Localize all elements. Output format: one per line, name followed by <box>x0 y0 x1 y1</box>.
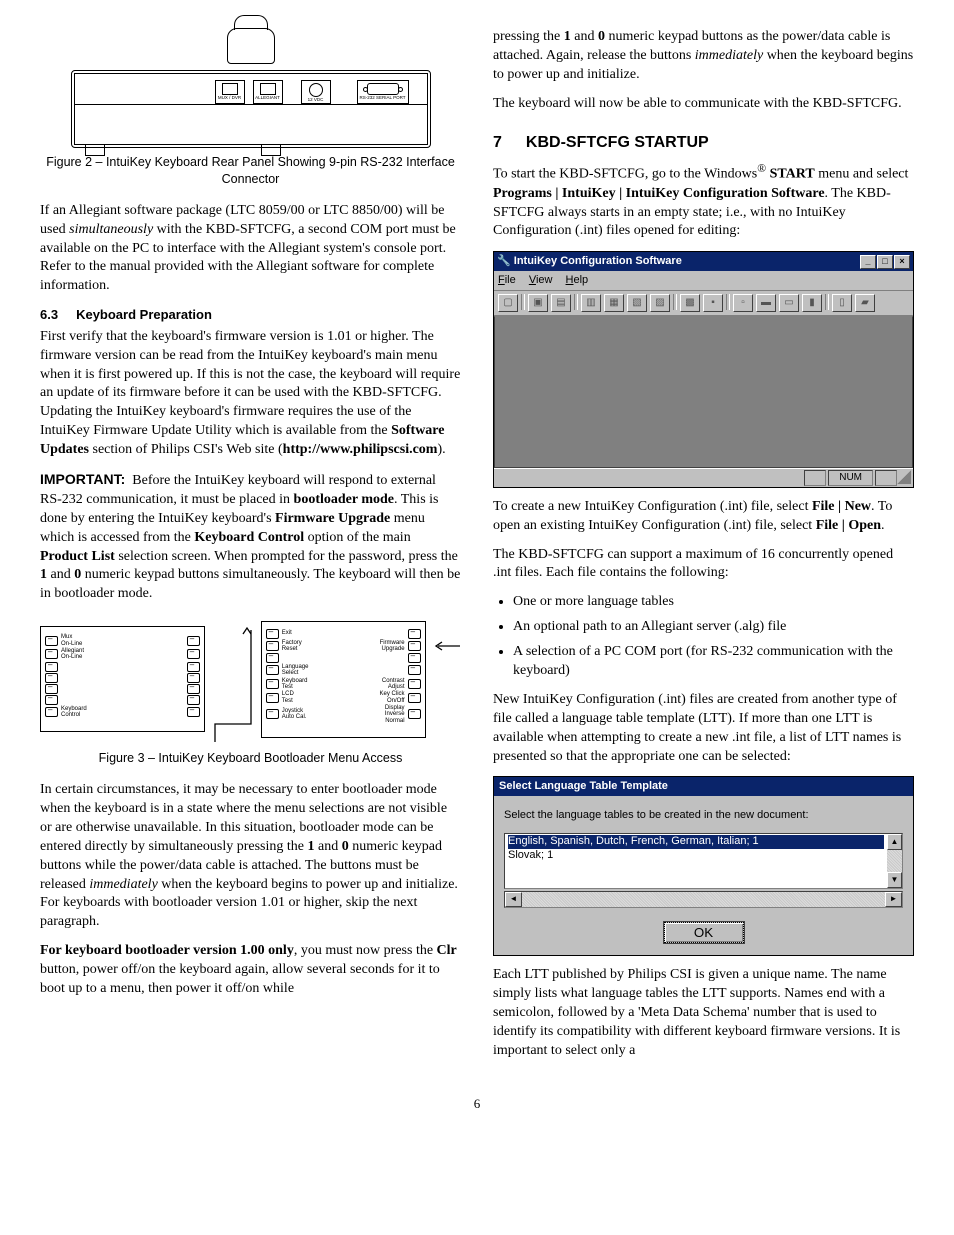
toolbar-icon[interactable]: ▨ <box>650 294 670 312</box>
paragraph: Each LTT published by Philips CSI is giv… <box>493 966 914 1060</box>
arrow-icon <box>434 636 461 656</box>
toolbar-icon[interactable]: ▪ <box>703 294 723 312</box>
list-item[interactable]: English, Spanish, Dutch, French, German,… <box>508 835 884 849</box>
list-item: An optional path to an Allegiant server … <box>513 618 914 637</box>
toolbar-icon[interactable]: ▮ <box>802 294 822 312</box>
minimize-icon[interactable]: _ <box>860 255 876 269</box>
paragraph: In certain circumstances, it may be nece… <box>40 781 461 932</box>
toolbar-icon[interactable]: ▦ <box>604 294 624 312</box>
scroll-down-icon[interactable]: ▼ <box>887 872 902 888</box>
lcd-left: MuxOn-LineAllegiantOn-LineKeyboardContro… <box>40 626 205 732</box>
bullet-list: One or more language tables An optional … <box>493 593 914 681</box>
app-window: 🔧 IntuiKey Configuration Software _□× Fi… <box>493 251 914 487</box>
paragraph: The keyboard will now be able to communi… <box>493 95 914 114</box>
figure-3-caption: Figure 3 – IntuiKey Keyboard Bootloader … <box>40 750 461 767</box>
scroll-right-icon[interactable]: ► <box>885 892 902 907</box>
toolbar: ▢ ▣ ▤ ▥ ▦ ▧ ▨ ▩ ▪ ▫ ▬ ▭ ▮ ▯ ▰ <box>494 291 913 316</box>
lcd-right: ExitFactoryResetFirmwareUpgradeLanguageS… <box>261 621 426 738</box>
listbox[interactable]: English, Spanish, Dutch, French, German,… <box>504 833 903 889</box>
toolbar-new-icon[interactable]: ▢ <box>498 294 518 312</box>
paragraph: To create a new IntuiKey Configuration (… <box>493 498 914 536</box>
menu-help[interactable]: Help <box>566 274 589 286</box>
list-item[interactable]: Slovak; 1 <box>508 849 884 863</box>
toolbar-save-icon[interactable]: ▤ <box>551 294 571 312</box>
scroll-up-icon[interactable]: ▲ <box>887 834 902 850</box>
toolbar-icon[interactable]: ▯ <box>832 294 852 312</box>
status-cell <box>804 470 826 486</box>
paragraph: The KBD-SFTCFG can support a maximum of … <box>493 546 914 584</box>
left-column: MUX / DVR ALLEGIANT 12 VDC RS-232 SERIAL… <box>40 28 461 1071</box>
paragraph: To start the KBD-SFTCFG, go to the Windo… <box>493 161 914 241</box>
dialog-title: Select Language Table Template <box>494 777 913 796</box>
ok-button[interactable]: OK <box>664 922 744 943</box>
maximize-icon[interactable]: □ <box>877 255 893 269</box>
menu-file[interactable]: File <box>498 274 516 286</box>
paragraph: New IntuiKey Configuration (.int) files … <box>493 691 914 767</box>
port-rs232: RS-232 SERIAL PORT <box>357 80 409 104</box>
toolbar-icon[interactable]: ▧ <box>627 294 647 312</box>
resize-grip-icon[interactable] <box>897 470 911 484</box>
scroll-left-icon[interactable]: ◄ <box>505 892 522 907</box>
titlebar: 🔧 IntuiKey Configuration Software _□× <box>494 252 913 271</box>
toolbar-icon[interactable]: ▩ <box>680 294 700 312</box>
arrow-icon <box>213 614 253 744</box>
port-12vdc: 12 VDC <box>301 80 331 104</box>
toolbar-icon[interactable]: ▰ <box>855 294 875 312</box>
paragraph: First verify that the keyboard's firmwar… <box>40 328 461 460</box>
subheading-6-3: 6.3 Keyboard Preparation <box>40 306 461 324</box>
toolbar-icon[interactable]: ▥ <box>581 294 601 312</box>
vertical-scrollbar[interactable]: ▲ ▼ <box>887 834 902 888</box>
port-mux-dvr: MUX / DVR <box>215 80 245 104</box>
paragraph: pressing the 1 and 0 numeric keypad butt… <box>493 28 914 85</box>
dialog-prompt: Select the language tables to be created… <box>504 808 903 823</box>
figure-2: MUX / DVR ALLEGIANT 12 VDC RS-232 SERIAL… <box>71 28 431 148</box>
menubar[interactable]: File View Help <box>494 271 913 291</box>
section-7-heading: 7 KBD-SFTCFG STARTUP <box>493 132 914 154</box>
right-column: pressing the 1 and 0 numeric keypad butt… <box>493 28 914 1071</box>
close-icon[interactable]: × <box>894 255 910 269</box>
joystick-icon <box>227 28 275 64</box>
toolbar-icon[interactable]: ▭ <box>779 294 799 312</box>
toolbar-icon[interactable]: ▬ <box>756 294 776 312</box>
paragraph: For keyboard bootloader version 1.00 onl… <box>40 942 461 999</box>
toolbar-open-icon[interactable]: ▣ <box>528 294 548 312</box>
menu-view[interactable]: View <box>529 274 553 286</box>
window-title: IntuiKey Configuration Software <box>514 255 682 267</box>
client-area <box>494 316 913 468</box>
status-cell-num: NUM <box>828 470 873 486</box>
figure-2-caption: Figure 2 – IntuiKey Keyboard Rear Panel … <box>40 154 461 188</box>
list-item: A selection of a PC COM port (for RS-232… <box>513 643 914 681</box>
port-allegiant: ALLEGIANT <box>253 80 283 104</box>
figure-3: MuxOn-LineAllegiantOn-LineKeyboardContro… <box>40 614 461 744</box>
status-cell <box>875 470 897 486</box>
paragraph: If an Allegiant software package (LTC 80… <box>40 202 461 296</box>
list-item: One or more language tables <box>513 593 914 612</box>
toolbar-icon[interactable]: ▫ <box>733 294 753 312</box>
statusbar: NUM <box>494 468 913 487</box>
horizontal-scrollbar[interactable]: ◄ ► <box>504 891 903 908</box>
page-number: 6 <box>40 1095 914 1113</box>
dialog-select-ltt: Select Language Table Template Select th… <box>493 776 914 956</box>
paragraph: IMPORTANT: Before the IntuiKey keyboard … <box>40 470 461 604</box>
